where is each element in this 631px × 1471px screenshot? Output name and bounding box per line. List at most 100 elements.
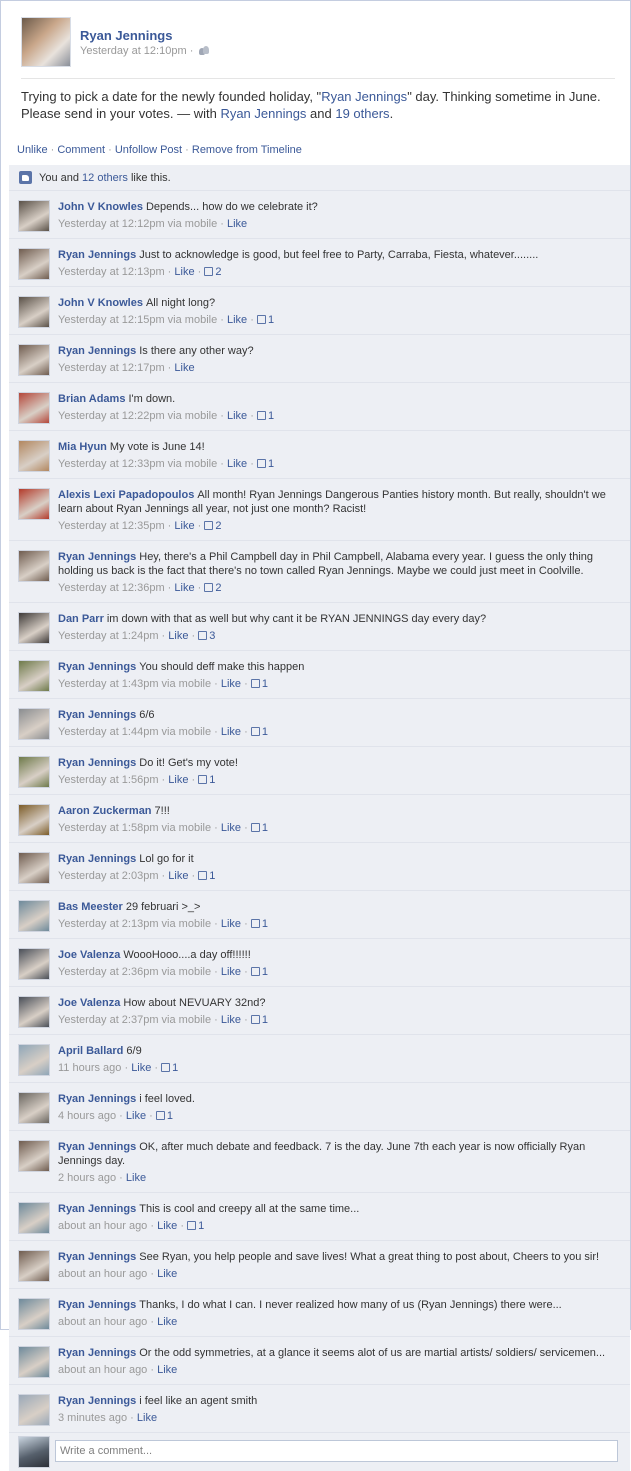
comment-like-link[interactable]: Like bbox=[126, 1172, 146, 1184]
commenter-avatar[interactable] bbox=[18, 900, 50, 932]
comment-like-link[interactable]: Like bbox=[157, 1364, 177, 1376]
commenter-name[interactable]: Ryan Jennings bbox=[58, 1251, 136, 1263]
commenter-avatar[interactable] bbox=[18, 488, 50, 520]
commenter-name[interactable]: Mia Hyun bbox=[58, 441, 107, 453]
likes-others-link[interactable]: 12 others bbox=[82, 172, 128, 184]
comment-like-link[interactable]: Like bbox=[227, 458, 247, 470]
commenter-name[interactable]: Dan Parr bbox=[58, 613, 104, 625]
comment-timestamp[interactable]: Yesterday at 1:56pm bbox=[58, 774, 159, 786]
comment-timestamp[interactable]: 2 hours ago bbox=[58, 1172, 116, 1184]
comment-like-link[interactable]: Like bbox=[168, 870, 188, 882]
commenter-avatar[interactable] bbox=[18, 612, 50, 644]
post-time-link[interactable]: Yesterday at 12:10pm bbox=[80, 45, 187, 57]
comment-like-count[interactable]: 1 bbox=[161, 1062, 178, 1074]
commenter-name[interactable]: John V Knowles bbox=[58, 201, 143, 213]
comment-like-link[interactable]: Like bbox=[221, 726, 241, 738]
comment-like-count[interactable]: 3 bbox=[198, 630, 215, 642]
commenter-name[interactable]: Ryan Jennings bbox=[58, 1299, 136, 1311]
commenter-avatar[interactable] bbox=[18, 804, 50, 836]
comment-timestamp[interactable]: about an hour ago bbox=[58, 1268, 147, 1280]
comment-like-count[interactable]: 2 bbox=[204, 266, 222, 278]
comment-like-link[interactable]: Like bbox=[174, 582, 194, 594]
commenter-avatar[interactable] bbox=[18, 344, 50, 376]
commenter-avatar[interactable] bbox=[18, 1044, 50, 1076]
comment-timestamp[interactable]: Yesterday at 12:22pm bbox=[58, 410, 165, 422]
commenter-name[interactable]: Aaron Zuckerman bbox=[58, 805, 152, 817]
commenter-avatar[interactable] bbox=[18, 296, 50, 328]
comment-like-link[interactable]: Like bbox=[168, 630, 188, 642]
commenter-name[interactable]: Ryan Jennings bbox=[58, 853, 136, 865]
comment-like-count[interactable]: 1 bbox=[250, 1014, 268, 1026]
comment-like-link[interactable]: Like bbox=[157, 1316, 177, 1328]
comment-like-link[interactable]: Like bbox=[221, 1014, 241, 1026]
commenter-avatar[interactable] bbox=[18, 200, 50, 232]
comment-like-link[interactable]: Like bbox=[174, 266, 194, 278]
comment-like-link[interactable]: Like bbox=[174, 362, 194, 374]
comment-like-link[interactable]: Like bbox=[157, 1268, 177, 1280]
comment-like-count[interactable]: 1 bbox=[256, 314, 274, 326]
comment-like-link[interactable]: Like bbox=[174, 520, 194, 532]
comment-like-count[interactable]: 1 bbox=[256, 410, 274, 422]
commenter-avatar[interactable] bbox=[18, 948, 50, 980]
comment-timestamp[interactable]: about an hour ago bbox=[58, 1364, 147, 1376]
comment-timestamp[interactable]: Yesterday at 12:35pm bbox=[58, 520, 165, 532]
commenter-name[interactable]: Ryan Jennings bbox=[58, 1141, 136, 1153]
commenter-avatar[interactable] bbox=[18, 1250, 50, 1282]
commenter-name[interactable]: Alexis Lexi Papadopoulos bbox=[58, 489, 194, 501]
comment-timestamp[interactable]: Yesterday at 1:43pm bbox=[58, 678, 159, 690]
with-name-link[interactable]: Ryan Jennings bbox=[220, 106, 306, 121]
unfollow-post-link[interactable]: Unfollow Post bbox=[115, 144, 182, 156]
with-others-link[interactable]: 19 others bbox=[335, 106, 389, 121]
post-text-link[interactable]: Ryan Jennings bbox=[321, 89, 407, 104]
comment-timestamp[interactable]: Yesterday at 12:12pm bbox=[58, 218, 165, 230]
comment-timestamp[interactable]: Yesterday at 2:36pm bbox=[58, 966, 159, 978]
commenter-name[interactable]: Joe Valenza bbox=[58, 949, 120, 961]
comment-input[interactable] bbox=[55, 1440, 618, 1462]
comment-like-link[interactable]: Like bbox=[221, 678, 241, 690]
commenter-name[interactable]: Ryan Jennings bbox=[58, 757, 136, 769]
comment-like-link[interactable]: Like bbox=[221, 822, 241, 834]
comment-like-count[interactable]: 1 bbox=[155, 1110, 173, 1122]
commenter-avatar[interactable] bbox=[18, 248, 50, 280]
commenter-avatar[interactable] bbox=[18, 1140, 50, 1172]
comment-like-count[interactable]: 2 bbox=[204, 520, 222, 532]
commenter-name[interactable]: Ryan Jennings bbox=[58, 1395, 136, 1407]
commenter-name[interactable]: Ryan Jennings bbox=[58, 249, 136, 261]
comment-timestamp[interactable]: about an hour ago bbox=[58, 1316, 147, 1328]
comment-timestamp[interactable]: Yesterday at 2:03pm bbox=[58, 870, 159, 882]
comment-like-link[interactable]: Like bbox=[126, 1110, 146, 1122]
comment-like-count[interactable]: 1 bbox=[250, 678, 268, 690]
comment-timestamp[interactable]: Yesterday at 12:36pm bbox=[58, 582, 165, 594]
author-name[interactable]: Ryan Jennings bbox=[80, 28, 172, 43]
commenter-avatar[interactable] bbox=[18, 756, 50, 788]
commenter-name[interactable]: John V Knowles bbox=[58, 297, 143, 309]
comment-like-link[interactable]: Like bbox=[221, 966, 241, 978]
comment-like-count[interactable]: 1 bbox=[250, 726, 268, 738]
commenter-name[interactable]: Ryan Jennings bbox=[58, 1203, 136, 1215]
commenter-avatar[interactable] bbox=[18, 708, 50, 740]
comment-like-link[interactable]: Like bbox=[168, 774, 188, 786]
commenter-avatar[interactable] bbox=[18, 660, 50, 692]
comment-like-count[interactable]: 1 bbox=[198, 774, 215, 786]
commenter-avatar[interactable] bbox=[18, 1394, 50, 1426]
comment-like-count[interactable]: 1 bbox=[256, 458, 274, 470]
author-avatar[interactable] bbox=[21, 17, 71, 67]
comment-like-count[interactable]: 2 bbox=[204, 582, 222, 594]
commenter-name[interactable]: Ryan Jennings bbox=[58, 661, 136, 673]
comment-like-count[interactable]: 1 bbox=[250, 822, 268, 834]
commenter-name[interactable]: April Ballard bbox=[58, 1045, 123, 1057]
comment-timestamp[interactable]: Yesterday at 1:58pm bbox=[58, 822, 159, 834]
comment-timestamp[interactable]: 3 minutes ago bbox=[58, 1412, 127, 1424]
commenter-name[interactable]: Brian Adams bbox=[58, 393, 125, 405]
comment-like-count[interactable]: 1 bbox=[250, 918, 268, 930]
comment-timestamp[interactable]: Yesterday at 12:15pm bbox=[58, 314, 165, 326]
remove-from-timeline-link[interactable]: Remove from Timeline bbox=[192, 144, 302, 156]
comment-timestamp[interactable]: Yesterday at 12:17pm bbox=[58, 362, 165, 374]
commenter-name[interactable]: Ryan Jennings bbox=[58, 709, 136, 721]
commenter-avatar[interactable] bbox=[18, 392, 50, 424]
commenter-avatar[interactable] bbox=[18, 1346, 50, 1378]
commenter-avatar[interactable] bbox=[18, 550, 50, 582]
friends-audience-icon[interactable] bbox=[199, 46, 210, 55]
comment-like-link[interactable]: Like bbox=[227, 314, 247, 326]
commenter-avatar[interactable] bbox=[18, 1092, 50, 1124]
